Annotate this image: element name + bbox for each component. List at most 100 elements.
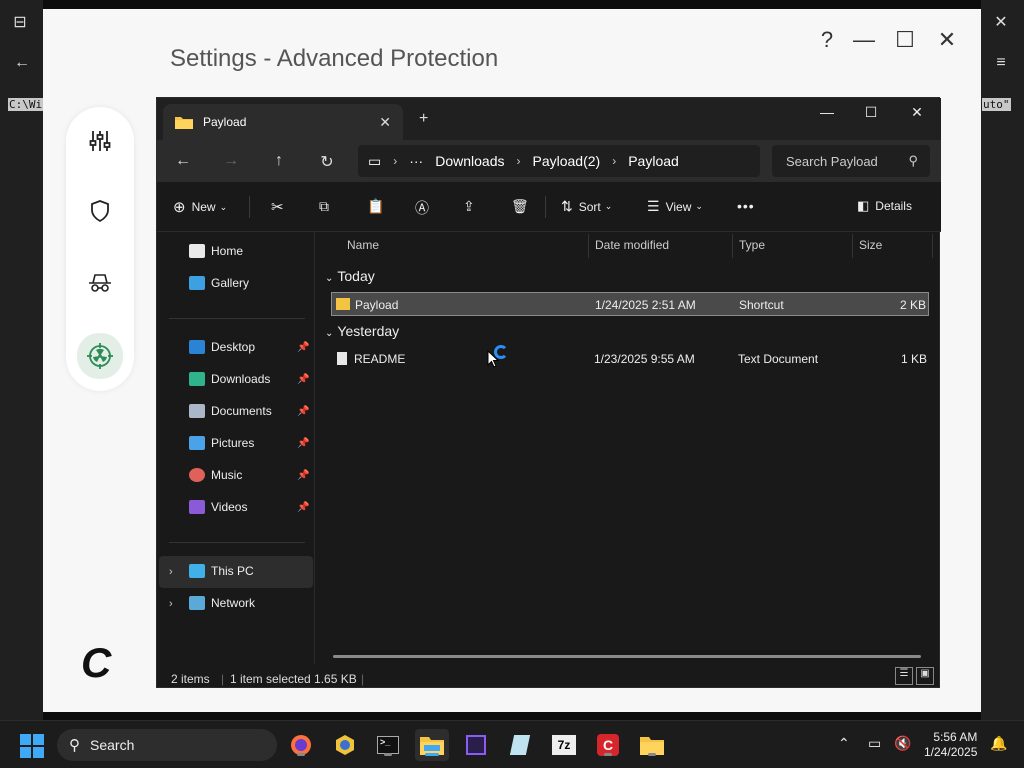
nav-divider xyxy=(169,318,305,319)
column-divider[interactable] xyxy=(852,234,853,258)
folder-icon[interactable] xyxy=(635,729,669,761)
column-date-modified[interactable]: Date modified xyxy=(595,238,669,252)
close-button[interactable]: ✕ xyxy=(932,27,962,53)
spy-hat-icon[interactable] xyxy=(80,263,120,303)
pin-icon[interactable]: 📌 xyxy=(297,342,309,353)
new-button[interactable]: ⊕ New ⌄ xyxy=(173,198,227,216)
cpu-icon[interactable] xyxy=(459,729,493,761)
7zip-icon[interactable]: 7z xyxy=(547,729,581,761)
pin-icon[interactable]: 📌 xyxy=(297,374,309,385)
file-row-readme[interactable]: README 1/23/2025 9:55 AM Text Document 1… xyxy=(331,347,929,371)
delete-icon[interactable]: 🗑 xyxy=(511,198,529,215)
breadcrumb-downloads[interactable]: Downloads xyxy=(435,153,504,169)
forward-icon[interactable]: → xyxy=(220,152,242,170)
back-icon[interactable]: ← xyxy=(172,152,194,170)
archive-icon[interactable]: ⊟ xyxy=(8,12,32,32)
network-status-icon[interactable]: ▭ xyxy=(868,735,881,752)
chevron-up-icon[interactable]: ⌃ xyxy=(838,735,850,752)
group-today[interactable]: ⌄ Today xyxy=(325,268,375,284)
nav-home[interactable]: Home xyxy=(189,240,243,262)
view-button[interactable]: ☰ View ⌄ xyxy=(647,198,703,215)
new-tab-button[interactable]: + xyxy=(419,110,428,128)
ccleaner-icon[interactable]: C xyxy=(591,729,625,761)
pin-icon[interactable]: 📌 xyxy=(297,470,309,481)
back-arrow-icon[interactable]: ← xyxy=(10,54,34,72)
pin-icon[interactable]: 📌 xyxy=(297,438,309,449)
gallery-icon xyxy=(189,276,205,290)
up-icon[interactable]: ↑ xyxy=(268,152,290,170)
help-button[interactable]: ? xyxy=(812,27,842,53)
share-icon[interactable]: ⇪ xyxy=(463,198,475,215)
rename-icon[interactable]: Ⓐ xyxy=(415,198,429,218)
column-divider[interactable] xyxy=(588,234,589,258)
search-icon: ⚲ xyxy=(69,737,80,754)
downloads-icon xyxy=(189,372,205,386)
more-options-button[interactable]: ••• xyxy=(737,198,755,214)
details-button[interactable]: ◧ Details xyxy=(857,198,912,214)
nav-videos[interactable]: Videos xyxy=(189,496,247,518)
horizontal-scrollbar[interactable] xyxy=(333,655,921,658)
copy-icon[interactable]: ⧉ xyxy=(319,198,329,215)
sort-icon: ⇅ xyxy=(561,198,573,214)
shield-icon[interactable] xyxy=(80,191,120,231)
firefox-icon[interactable] xyxy=(284,729,318,761)
column-size[interactable]: Size xyxy=(859,238,882,252)
expand-chevron-icon[interactable]: › xyxy=(169,598,173,610)
explorer-maximize-button[interactable]: ☐ xyxy=(851,104,891,121)
pin-icon[interactable]: 📌 xyxy=(297,406,309,417)
details-view-icon[interactable]: ☰ xyxy=(895,667,913,685)
cut-icon[interactable]: ✂ xyxy=(271,198,284,216)
nav-network[interactable]: Network xyxy=(189,592,255,614)
refresh-icon[interactable]: ↻ xyxy=(316,152,338,172)
windows-start-icon[interactable] xyxy=(20,734,44,758)
breadcrumb-payload2[interactable]: Payload(2) xyxy=(533,153,601,169)
paste-icon[interactable]: 📋 xyxy=(367,198,384,215)
nav-downloads[interactable]: Downloads xyxy=(189,368,270,390)
taskbar-clock[interactable]: 5:56 AM 1/24/2025 xyxy=(924,730,977,760)
address-bar[interactable]: ▭ › ··· Downloads › Payload(2) › Payload xyxy=(358,145,760,177)
tiles-view-icon[interactable]: ▣ xyxy=(916,667,934,685)
tab-payload[interactable]: Payload ✕ xyxy=(163,104,403,140)
file-size: 1 KB xyxy=(900,352,927,366)
mute-icon[interactable]: 🔇 xyxy=(894,735,911,752)
chromium-icon[interactable] xyxy=(328,729,362,761)
music-icon xyxy=(189,468,205,482)
nav-desktop[interactable]: Desktop xyxy=(189,336,255,358)
column-type[interactable]: Type xyxy=(739,238,765,252)
file-explorer-icon[interactable] xyxy=(415,729,449,761)
nav-music[interactable]: Music xyxy=(189,464,242,486)
plus-circle-icon: ⊕ xyxy=(173,199,186,216)
tab-close-icon[interactable]: ✕ xyxy=(379,114,391,131)
nav-gallery[interactable]: Gallery xyxy=(189,272,249,294)
terminal-text-left: C:\Wi xyxy=(8,98,44,111)
file-date: 1/23/2025 9:55 AM xyxy=(594,352,695,366)
explorer-navbar: ← → ↑ ↻ ▭ › ··· Downloads › Payload(2) ›… xyxy=(157,140,941,182)
text-file-icon xyxy=(337,352,347,365)
column-divider[interactable] xyxy=(732,234,733,258)
ellipsis-icon[interactable]: ··· xyxy=(409,153,423,169)
explorer-minimize-button[interactable]: — xyxy=(807,104,847,120)
column-divider[interactable] xyxy=(932,234,933,258)
column-name[interactable]: Name xyxy=(347,238,379,252)
minimize-button[interactable]: — xyxy=(849,27,879,53)
nav-documents[interactable]: Documents xyxy=(189,400,272,422)
breadcrumb-payload[interactable]: Payload xyxy=(628,153,679,169)
taskbar-search[interactable]: ⚲ Search xyxy=(57,729,277,761)
close-icon[interactable]: ✕ xyxy=(989,12,1013,32)
radiation-target-icon[interactable] xyxy=(77,333,123,379)
file-row-payload[interactable]: Payload 1/24/2025 2:51 AM Shortcut 2 KB xyxy=(331,292,929,316)
sliders-icon[interactable] xyxy=(80,121,120,161)
expand-chevron-icon[interactable]: › xyxy=(169,566,173,578)
nav-pictures[interactable]: Pictures xyxy=(189,432,254,454)
group-yesterday[interactable]: ⌄ Yesterday xyxy=(325,323,399,339)
menu-icon[interactable]: ≡ xyxy=(989,54,1013,72)
explorer-close-button[interactable]: ✕ xyxy=(897,104,937,121)
pin-icon[interactable]: 📌 xyxy=(297,502,309,513)
search-input[interactable]: Search Payload ⚲ xyxy=(772,145,930,177)
sort-button[interactable]: ⇅ Sort ⌄ xyxy=(561,198,612,215)
notepad-icon[interactable] xyxy=(503,729,537,761)
nav-this-pc[interactable]: This PC xyxy=(189,560,254,582)
maximize-button[interactable]: ☐ xyxy=(890,27,920,53)
notification-bell-icon[interactable]: 🔔 xyxy=(990,735,1007,752)
terminal-icon[interactable]: >_ xyxy=(371,729,405,761)
